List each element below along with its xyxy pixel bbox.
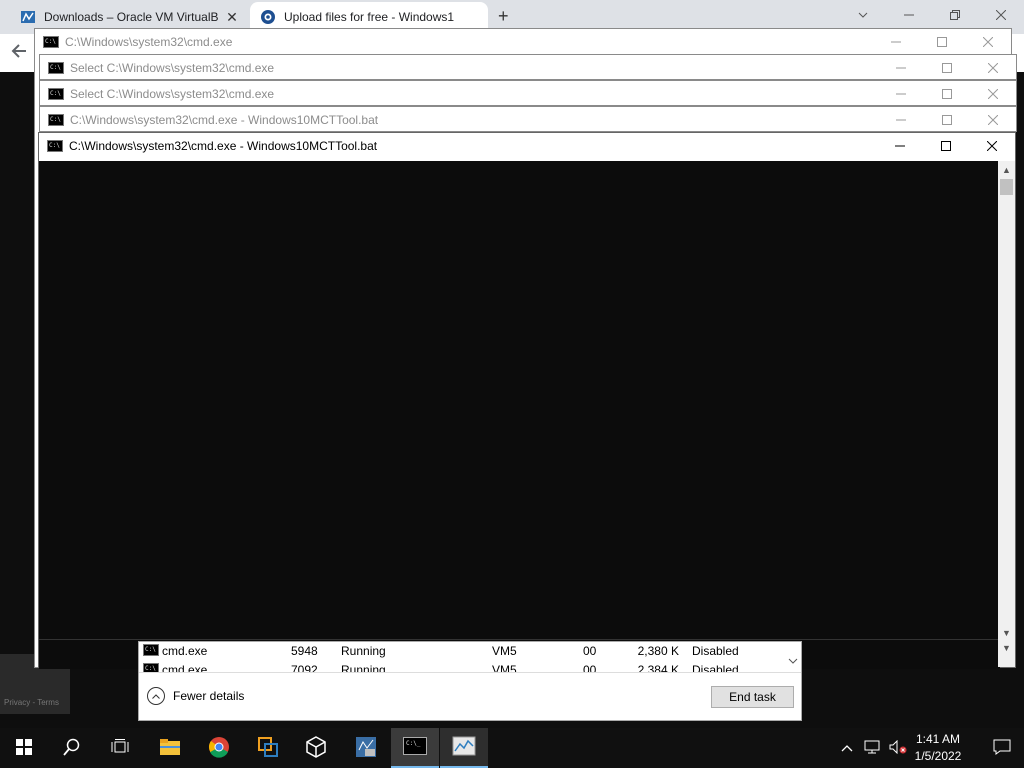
close-icon[interactable] xyxy=(970,55,1016,81)
taskbar-clock[interactable]: 1:41 AM 1/5/2022 xyxy=(904,731,972,765)
minimize-icon[interactable] xyxy=(886,0,932,30)
cmd-icon: C:\ xyxy=(48,62,64,74)
notification-icon xyxy=(993,739,1011,758)
win98-icon xyxy=(355,736,377,761)
chevron-down-icon[interactable] xyxy=(840,0,886,30)
task-manager-window: C:\ cmd.exe 5948 Running VM5 00 2,380 K … xyxy=(138,641,802,721)
process-memory: 2,380 K xyxy=(637,644,679,658)
window-title-bar[interactable]: C:\ Select C:\Windows\system32\cmd.exe xyxy=(40,55,1016,81)
close-icon[interactable] xyxy=(978,0,1024,30)
cmd-window-4[interactable]: C:\ C:\Windows\system32\cmd.exe - Window… xyxy=(39,106,1017,132)
process-uac: Disabled xyxy=(692,644,739,658)
search-icon xyxy=(63,738,81,759)
close-icon[interactable] xyxy=(970,81,1016,107)
taskbar-win98-app[interactable] xyxy=(342,728,390,768)
maximize-icon[interactable] xyxy=(924,81,970,107)
cmd-icon: C:\ xyxy=(143,644,159,656)
window-title-bar[interactable]: C:\ Select C:\Windows\system32\cmd.exe xyxy=(40,81,1016,107)
task-manager-footer: Fewer details End task xyxy=(139,672,801,720)
vertical-scrollbar[interactable]: ▲ ▼ xyxy=(998,161,1015,641)
cmd-icon: C:\ xyxy=(48,114,64,126)
process-status: Running xyxy=(341,644,386,658)
scroll-down-icon[interactable]: ▼ xyxy=(998,643,1015,653)
chrome-icon xyxy=(208,736,230,761)
upload-site-favicon-icon xyxy=(260,9,276,25)
new-tab-button[interactable]: + xyxy=(498,6,509,27)
scroll-down-icon[interactable] xyxy=(784,642,801,672)
process-name: cmd.exe xyxy=(162,644,208,658)
console-output[interactable] xyxy=(39,161,1000,669)
taskbar: C:\_ 1:41 AM 1/5/2022 xyxy=(0,728,1024,768)
virtualbox-favicon-icon xyxy=(20,9,36,25)
process-pid: 5948 xyxy=(291,644,318,658)
restore-icon[interactable] xyxy=(932,0,978,30)
clock-date: 1/5/2022 xyxy=(914,749,962,763)
window-title-bar[interactable]: C:\ C:\Windows\system32\cmd.exe - Window… xyxy=(39,133,1015,159)
window-title: C:\Windows\system32\cmd.exe - Windows10M… xyxy=(70,113,379,127)
window-title-bar[interactable]: C:\ C:\Windows\system32\cmd.exe xyxy=(35,29,1011,55)
taskbar-virtualbox[interactable] xyxy=(244,728,292,768)
close-icon[interactable] xyxy=(970,107,1016,133)
file-explorer-icon xyxy=(159,738,181,759)
cmd-icon: C:\ xyxy=(43,36,59,48)
taskbar-cmd[interactable]: C:\_ xyxy=(391,728,439,768)
virtualbox-icon xyxy=(257,736,279,761)
scrollbar-bottom[interactable]: ▼ xyxy=(998,639,1015,667)
end-task-button[interactable]: End task xyxy=(711,686,794,708)
taskbar-3d-app[interactable] xyxy=(292,728,340,768)
task-manager-icon xyxy=(452,736,476,759)
window-title-bar[interactable]: C:\ C:\Windows\system32\cmd.exe - Window… xyxy=(40,107,1016,133)
minimize-icon[interactable] xyxy=(877,133,923,159)
back-arrow-icon[interactable] xyxy=(10,42,28,65)
maximize-icon[interactable] xyxy=(924,107,970,133)
close-tab-icon[interactable]: ✕ xyxy=(224,9,240,26)
3d-box-icon xyxy=(306,735,326,761)
chevron-up-icon[interactable] xyxy=(838,741,856,755)
table-row[interactable]: C:\ cmd.exe 5948 Running VM5 00 2,380 K … xyxy=(139,642,785,660)
maximize-icon[interactable] xyxy=(924,55,970,81)
minimize-icon[interactable] xyxy=(878,81,924,107)
task-view-button[interactable] xyxy=(96,728,144,768)
action-center-button[interactable] xyxy=(980,728,1024,768)
recaptcha-text: Privacy - Terms xyxy=(4,698,59,707)
browser-tab-title: Downloads – Oracle VM VirtualB xyxy=(44,10,219,24)
taskbar-file-explorer[interactable] xyxy=(146,728,194,768)
cmd-icon: C:\ xyxy=(47,140,63,152)
scroll-up-icon[interactable]: ▲ xyxy=(998,161,1015,178)
process-user: VM5 xyxy=(492,644,517,658)
chevron-up-icon xyxy=(147,687,165,705)
start-button[interactable] xyxy=(0,728,48,768)
cmd-icon: C:\_ xyxy=(403,736,427,758)
close-icon[interactable] xyxy=(965,29,1011,55)
start-icon xyxy=(16,738,32,758)
minimize-icon[interactable] xyxy=(878,55,924,81)
svg-text:C:\_: C:\_ xyxy=(406,740,421,747)
maximize-icon[interactable] xyxy=(923,133,969,159)
network-icon[interactable] xyxy=(860,740,886,757)
task-view-icon xyxy=(111,738,129,758)
maximize-icon[interactable] xyxy=(919,29,965,55)
window-title: Select C:\Windows\system32\cmd.exe xyxy=(70,87,275,101)
window-title: Select C:\Windows\system32\cmd.exe xyxy=(70,61,275,75)
cmd-icon: C:\ xyxy=(48,88,64,100)
taskbar-task-manager[interactable] xyxy=(440,728,488,768)
minimize-icon[interactable] xyxy=(878,107,924,133)
cmd-window-3[interactable]: C:\ Select C:\Windows\system32\cmd.exe xyxy=(39,80,1017,106)
fewer-details-label: Fewer details xyxy=(173,689,245,703)
close-icon[interactable] xyxy=(969,133,1015,159)
cmd-window-active[interactable]: C:\ C:\Windows\system32\cmd.exe - Window… xyxy=(38,132,1016,669)
taskbar-chrome[interactable] xyxy=(195,728,243,768)
scroll-thumb[interactable] xyxy=(1000,179,1013,195)
process-cpu: 00 xyxy=(583,644,597,658)
window-title: C:\Windows\system32\cmd.exe - Windows10M… xyxy=(69,139,378,153)
minimize-icon[interactable] xyxy=(873,29,919,55)
search-button[interactable] xyxy=(48,728,96,768)
browser-tab-title: Upload files for free - Windows1 xyxy=(284,10,455,24)
cmd-window-2[interactable]: C:\ Select C:\Windows\system32\cmd.exe xyxy=(39,54,1017,80)
clock-time: 1:41 AM xyxy=(915,732,961,746)
fewer-details-button[interactable]: Fewer details xyxy=(147,687,244,705)
window-title: C:\Windows\system32\cmd.exe xyxy=(65,35,233,49)
system-tray xyxy=(838,728,910,768)
